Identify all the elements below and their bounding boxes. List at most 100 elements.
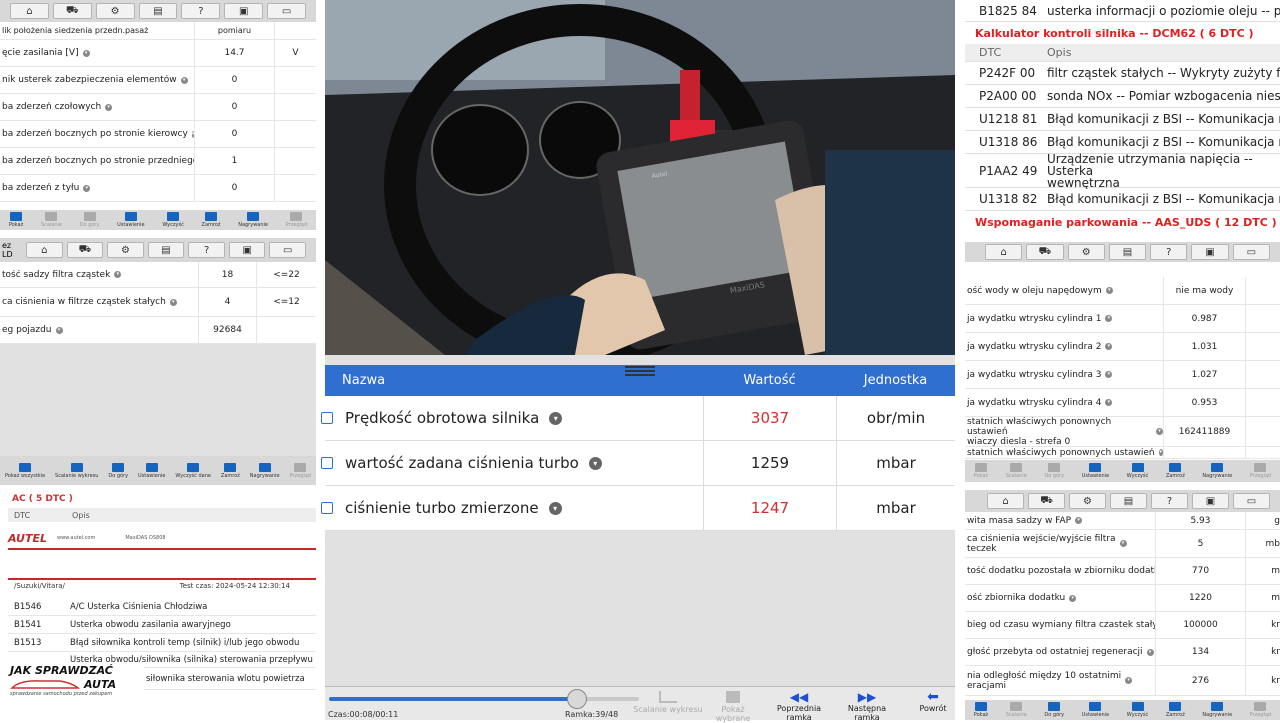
save-icon[interactable]: ▣ [1192,493,1229,509]
show-selected-button[interactable]: Pokaż wybrane [703,691,763,723]
chat-icon[interactable]: ▭ [269,242,307,258]
record-button[interactable]: Nagrywanie [1202,463,1232,479]
settings-button[interactable]: Ustawienie [1082,702,1109,718]
settings-button[interactable]: Ustawienie [138,462,166,479]
save-icon[interactable]: ▣ [224,3,264,19]
show-button[interactable]: Pokaż [974,463,988,479]
freeze-button[interactable]: Zamroź [1166,702,1185,718]
info-icon[interactable]: ▾ [1069,594,1077,602]
home-icon[interactable]: ⌂ [985,244,1023,260]
merge-button[interactable]: Scalanie [1006,463,1027,479]
table-row[interactable]: ość zbiornika dodatku ▾ 1220 m [965,585,1280,612]
info-icon[interactable]: ▾ [1105,343,1113,350]
drag-handle[interactable] [625,366,655,376]
merge-chart-button[interactable]: Scalanie wykresu [633,691,703,714]
prev-frame-button[interactable]: ◀◀ Poprzednia ramka [765,691,833,723]
table-row[interactable]: wita masa sadzy w FAP ▾ 5.93 g [965,512,1280,530]
home-icon[interactable]: ⌂ [26,242,63,258]
printer-icon[interactable]: ▤ [1110,493,1147,509]
info-icon[interactable]: ▾ [180,76,188,84]
freeze-button[interactable]: Zamroź [1166,463,1185,479]
table-row[interactable]: ca ciśnienia wejście/wyjście filtra tecz… [965,530,1280,558]
table-row[interactable]: ja wydatku wtrysku cylindra 3 ▾ 1.027 [965,361,1280,389]
gear-icon[interactable]: ⚙ [95,3,135,19]
table-row[interactable]: głość przebyta od ostatniej regeneracji ▾… [965,639,1280,666]
save-icon[interactable]: ▣ [228,242,266,258]
table-row[interactable]: ca ciśnienia w filtrze cząstek stałych ▾ … [0,288,316,317]
table-row[interactable]: ciśnienie turbo zmierzone ▾ 1247 mbar [321,486,955,531]
record-button[interactable]: Nagrywanie [250,462,280,479]
table-row[interactable]: Prędkość obrotowa silnika ▾ 3037 obr/min [321,396,955,441]
info-icon[interactable]: ▾ [548,501,562,515]
up-button[interactable]: Do góry [1044,702,1064,718]
table-row[interactable]: statnich właściwych ponownych ustawień w… [965,417,1280,447]
info-icon[interactable]: ▾ [1105,371,1113,378]
freeze-button[interactable]: Zamroź [221,462,240,479]
merge-button[interactable]: Scalanie [1006,702,1027,718]
table-row[interactable]: ba zderzeń bocznych po stronie przednieg… [0,148,316,175]
table-row[interactable]: bieg od czasu wymiany filtra czastek sta… [965,612,1280,639]
home-icon[interactable]: ⌂ [10,3,49,19]
row-checkbox[interactable] [321,502,333,514]
table-row[interactable]: ba zderzeń z tyłu ▾ 0 [0,175,316,202]
freeze-button[interactable]: Zamroź [202,212,221,228]
printer-icon[interactable]: ▤ [1108,244,1147,260]
home-icon[interactable]: ⌂ [987,493,1024,509]
review-button[interactable]: Przegląd [289,462,311,479]
info-icon[interactable]: ▾ [114,271,122,278]
gear-icon[interactable]: ⚙ [1069,493,1106,509]
table-row[interactable]: lik położenia siedzenia przedn.pasaż pom… [0,22,316,40]
printer-icon[interactable]: ▤ [147,242,185,258]
row-checkbox[interactable] [321,412,333,424]
info-icon[interactable]: ▾ [1146,648,1154,656]
clear-button[interactable]: Wyczyść [1127,702,1148,718]
merge-button[interactable]: Scalanie wykresu [55,462,98,479]
info-icon[interactable]: ▾ [169,298,177,306]
clear-button[interactable]: Wyczyść dane [175,462,211,479]
table-row[interactable]: statnich właściwych ponownych ustawień ▾ [965,447,1280,459]
gear-icon[interactable]: ⚙ [1067,244,1105,260]
table-row[interactable]: ja wydatku wtrysku cylindra 4 ▾ 0.953 [965,389,1280,417]
car-icon[interactable]: ⛟ [1026,244,1064,260]
progress-knob[interactable] [567,689,587,709]
info-icon[interactable]: ▾ [82,49,90,57]
clear-button[interactable]: Wyczyść [1127,463,1148,479]
table-row[interactable]: ba zderzeń bocznych po stronie kierowcy ▾… [0,121,316,148]
info-icon[interactable]: ▾ [1156,428,1163,435]
table-row[interactable]: tość sadzy filtra cząstek ▾ 18 <=22 [0,262,316,288]
help-icon[interactable]: ? [188,242,225,258]
table-row[interactable]: ęcie zasilania [V] ▾ 14.7 V [0,40,316,67]
row-checkbox[interactable] [321,457,333,469]
gear-icon[interactable]: ⚙ [107,242,144,258]
info-icon[interactable]: ▾ [105,103,113,111]
help-icon[interactable]: ? [181,3,221,19]
table-row[interactable]: ja wydatku wtrysku cylindra 2 ▾ 1.031 [965,333,1280,361]
table-row[interactable]: tość dodatku pozostała w zbiorniku dodat… [965,558,1280,585]
clear-button[interactable]: Wyczyść [162,212,184,228]
table-row[interactable]: nia odległość między 10 ostatnimi eracja… [965,666,1280,696]
info-icon[interactable]: ▾ [55,326,63,334]
progress-track[interactable] [329,689,639,709]
review-button[interactable]: Przegląd [1250,463,1271,479]
show-button[interactable]: Pokaż [9,212,23,228]
next-frame-button[interactable]: ▶▶ Następna ramka [835,691,899,723]
merge-button[interactable]: Scalanie [41,212,62,228]
info-icon[interactable]: ▾ [83,184,91,192]
info-icon[interactable]: ▾ [1125,677,1133,684]
back-button[interactable]: ⬅ Powrót [911,690,955,713]
settings-button[interactable]: Ustawienie [117,212,145,228]
record-button[interactable]: Nagrywanie [238,212,268,228]
table-row[interactable]: nik usterek zabezpieczenia elementów ▾ 0 [0,67,316,94]
table-row[interactable]: wartość zadana ciśnienia turbo ▾ 1259 mba… [321,441,955,486]
table-row[interactable]: eg pojazdu ▾ 92684 [0,317,316,344]
info-icon[interactable]: ▾ [588,456,602,470]
up-button[interactable]: Do góry [80,212,99,228]
info-icon[interactable]: ▾ [1105,287,1113,294]
up-button[interactable]: Do góry [1044,463,1064,479]
printer-icon[interactable]: ▤ [138,3,178,19]
car-icon[interactable]: ⛟ [1028,493,1065,509]
info-icon[interactable]: ▾ [549,411,563,425]
show-all-button[interactable]: Pokaż wszystkie [5,462,45,479]
info-icon[interactable]: ▾ [1075,517,1083,524]
info-icon[interactable]: ▾ [1105,315,1113,322]
